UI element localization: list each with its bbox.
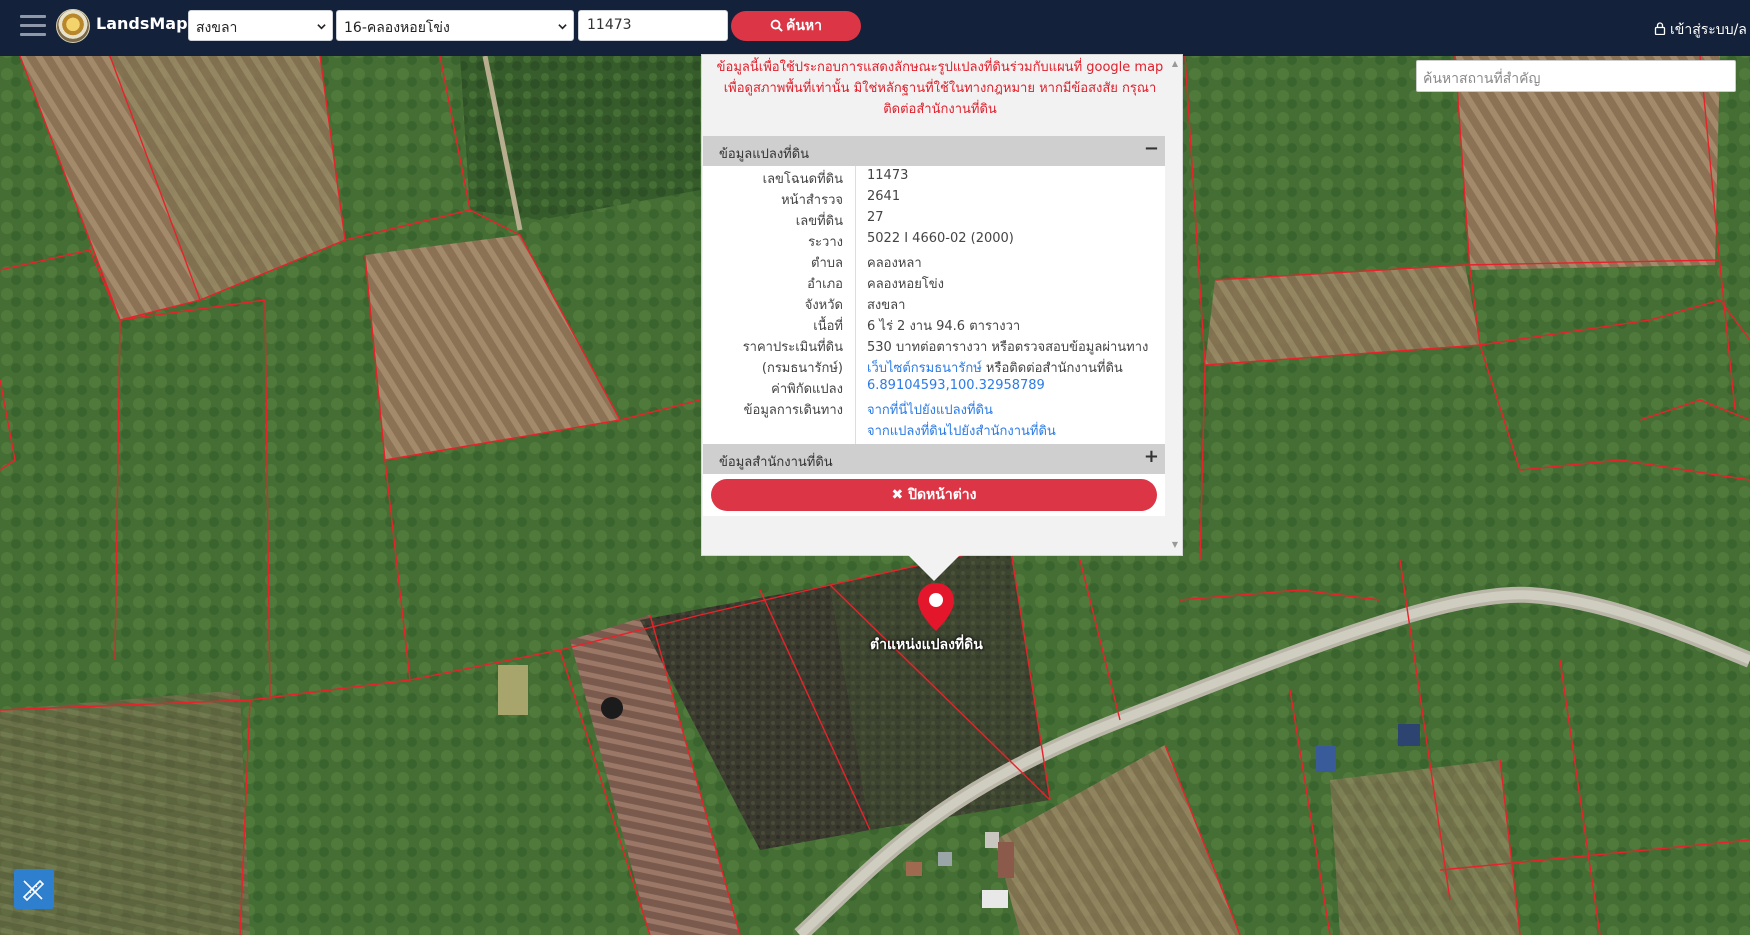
info-row-sheet: ระวาง 5022 I 4660-02 (2000) (703, 231, 1165, 252)
district-select-value: 16-คลองหอยโข่ง (344, 20, 450, 36)
land-office-section-header[interactable]: ข้อมูลสำนักงานที่ดิน + (703, 444, 1165, 474)
popup-footer: ✖ ปิดหน้าต่าง (703, 474, 1165, 516)
disclaimer-line-1: ข้อมูลนี้เพื่อใช้ประกอบการแสดงลักษณะรูปแ… (716, 60, 1164, 75)
coords-label: ค่าพิกัดแปลง (771, 382, 843, 397)
info-row-land-no: เลขที่ดิน 27 (703, 210, 1165, 231)
disclaimer-line-2: เพื่อดูสภาพพื้นที่เท่านั้น มิใช่หลักฐานท… (723, 81, 1157, 96)
land-office-section-title: ข้อมูลสำนักงานที่ดิน (719, 455, 833, 470)
scroll-down-arrow-icon[interactable]: ▼ (1172, 540, 1178, 549)
top-navbar: LandsMaps สงขลา 16-คลองหอยโข่ง 11473 ค้น… (0, 0, 1750, 56)
province-value: สงขลา (867, 298, 906, 313)
province-select[interactable]: สงขลา (188, 10, 333, 41)
info-row-district: อำเภอ คลองหอยโข่ง (703, 273, 1165, 294)
subdistrict-value: คลองหลา (867, 256, 922, 271)
ruler-pencil-icon (22, 879, 45, 902)
login-label: เข้าสู่ระบบ/ล (1670, 22, 1747, 38)
district-select[interactable]: 16-คลองหอยโข่ง (336, 10, 574, 41)
travel-label: ข้อมูลการเดินทาง (743, 403, 843, 418)
sheet-label: ระวาง (808, 235, 843, 250)
land-info-table: เลขโฉนดที่ดิน 11473 หน้าสำรวจ 2641 เลขที… (703, 166, 1165, 444)
search-icon (770, 19, 783, 32)
district-label: อำเภอ (807, 277, 843, 292)
price-source-value: เว็บไซต์กรมธนารักษ์ หรือติดต่อสำนักงานที… (867, 357, 1123, 378)
close-popup-label: ปิดหน้าต่าง (908, 487, 977, 503)
place-search-input[interactable]: ค้นหาสถานที่สำคัญ (1416, 60, 1736, 92)
lock-icon (1654, 22, 1666, 36)
department-seal-logo (56, 9, 90, 43)
info-row-travel: ข้อมูลการเดินทาง จากที่นี่ไปยังแปลงที่ดิ… (703, 399, 1165, 420)
collapse-icon[interactable]: − (1144, 138, 1159, 159)
map-pin-icon[interactable] (916, 581, 956, 633)
directions-to-parcel-link[interactable]: จากที่นี่ไปยังแปลงที่ดิน (867, 399, 993, 420)
deed-no-value: 11473 (867, 168, 909, 183)
menu-icon[interactable] (20, 15, 46, 37)
sheet-value: 5022 I 4660-02 (2000) (867, 231, 1014, 246)
info-row-price-source: (กรมธนารักษ์) เว็บไซต์กรมธนารักษ์ หรือติ… (703, 357, 1165, 378)
info-row-deed-no: เลขโฉนดที่ดิน 11473 (703, 168, 1165, 189)
popup-pointer (908, 555, 960, 581)
land-no-value: 27 (867, 210, 884, 225)
province-label: จังหวัด (804, 298, 843, 313)
expand-icon[interactable]: + (1144, 446, 1159, 467)
area-label: เนื้อที่ (813, 319, 843, 334)
area-value: 6 ไร่ 2 งาน 94.6 ตารางวา (867, 319, 1021, 334)
search-button[interactable]: ค้นหา (731, 11, 861, 41)
info-row-subdistrict: ตำบล คลองหลา (703, 252, 1165, 273)
brand-title: LandsMaps (96, 14, 198, 33)
info-row-province: จังหวัด สงขลา (703, 294, 1165, 315)
info-row-coords: ค่าพิกัดแปลง 6.89104593,100.32958789 (703, 378, 1165, 399)
login-link[interactable]: เข้าสู่ระบบ/ล (1654, 19, 1747, 41)
disclaimer-text: ข้อมูลนี้เพื่อใช้ประกอบการแสดงลักษณะรูปแ… (702, 57, 1178, 120)
deed-no-label: เลขโฉนดที่ดิน (762, 172, 843, 187)
info-row-survey-page: หน้าสำรวจ 2641 (703, 189, 1165, 210)
land-info-section-title: ข้อมูลแปลงที่ดิน (719, 147, 810, 162)
measure-tool-button[interactable] (14, 869, 54, 909)
survey-page-label: หน้าสำรวจ (781, 193, 843, 208)
deed-number-input[interactable]: 11473 (578, 10, 728, 41)
district-value: คลองหอยโข่ง (867, 277, 945, 292)
land-no-label: เลขที่ดิน (795, 214, 843, 229)
chevron-down-icon (317, 24, 326, 30)
close-popup-button[interactable]: ✖ ปิดหน้าต่าง (711, 479, 1157, 511)
land-info-section-header[interactable]: ข้อมูลแปลงที่ดิน − (703, 136, 1165, 166)
disclaimer-line-3: ติดต่อสำนักงานที่ดิน (883, 102, 997, 117)
treasury-website-link[interactable]: เว็บไซต์กรมธนารักษ์ (867, 361, 982, 376)
info-row-area: เนื้อที่ 6 ไร่ 2 งาน 94.6 ตารางวา (703, 315, 1165, 336)
price-value: 530 บาทต่อตารางวา หรือตรวจสอบข้อมูลผ่านท… (867, 340, 1149, 355)
price-source-suffix: หรือติดต่อสำนักงานที่ดิน (981, 361, 1123, 376)
survey-page-value: 2641 (867, 189, 901, 204)
chevron-down-icon (558, 24, 567, 30)
province-select-value: สงขลา (196, 20, 238, 36)
parcel-info-popup: ▲ ข้อมูลนี้เพื่อใช้ประกอบการแสดงลักษณะรู… (701, 54, 1183, 556)
info-row-travel-office: จากแปลงที่ดินไปยังสำนักงานที่ดิน (703, 420, 1165, 441)
directions-to-office-link[interactable]: จากแปลงที่ดินไปยังสำนักงานที่ดิน (867, 420, 1056, 441)
price-label: ราคาประเมินที่ดิน (742, 340, 843, 355)
info-row-price: ราคาประเมินที่ดิน 530 บาทต่อตารางวา หรือ… (703, 336, 1165, 357)
close-icon: ✖ (891, 487, 909, 503)
price-source-label: (กรมธนารักษ์) (761, 361, 843, 376)
subdistrict-label: ตำบล (811, 256, 843, 271)
search-button-label: ค้นหา (785, 18, 823, 34)
coords-link[interactable]: 6.89104593,100.32958789 (867, 378, 1045, 393)
marker-label: ตำแหน่งแปลงที่ดิน (870, 637, 983, 653)
